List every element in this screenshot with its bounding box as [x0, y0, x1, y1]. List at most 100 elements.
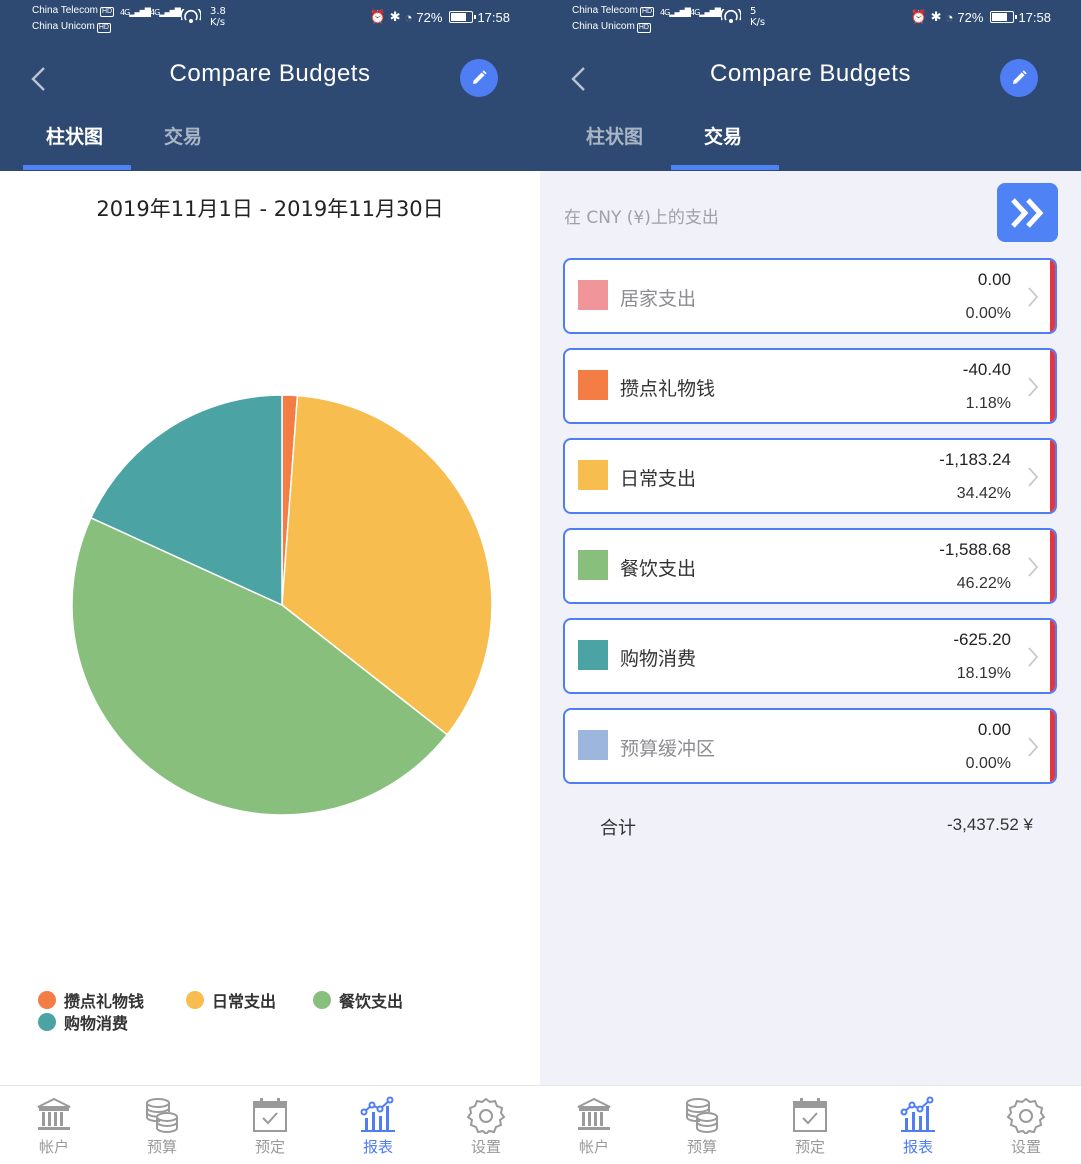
nav-scheduled[interactable]: 预定	[775, 1096, 845, 1157]
calendar-check-icon	[793, 1098, 827, 1132]
category-name: 预算缓冲区	[620, 738, 716, 760]
category-card[interactable]: 攒点礼物钱 -40.40 1.18%	[563, 348, 1057, 424]
category-percent: 34.42%	[956, 485, 1011, 502]
carrier-2: China Unicom HD	[572, 21, 651, 33]
overspend-indicator	[1050, 350, 1055, 422]
edit-button[interactable]	[1000, 59, 1038, 97]
nav-label: 设置	[470, 1138, 501, 1156]
status-right: ⏰ ✱ ◔ 72% 17:58	[910, 9, 1051, 25]
carrier-1: China Telecom HD	[572, 5, 655, 17]
tab-indicator	[23, 165, 131, 170]
category-percent: 1.18%	[965, 395, 1011, 412]
tab-bar-chart[interactable]: 柱状图	[586, 122, 643, 149]
category-percent: 18.19%	[956, 665, 1011, 682]
category-amount: 0.00	[977, 270, 1011, 289]
nav-budgets[interactable]: 预算	[667, 1096, 737, 1157]
category-amount: 0.00	[977, 720, 1011, 739]
hotspot-icon	[181, 9, 201, 23]
category-percent: 46.22%	[956, 575, 1011, 592]
status-bar: China Telecom HD China Unicom HD 4G▂▄▆█ 4G…	[0, 0, 540, 40]
legend-dot	[38, 1013, 56, 1031]
category-name: 餐饮支出	[620, 558, 697, 580]
tab-transactions[interactable]: 交易	[164, 122, 202, 149]
nav-label: 预算	[146, 1138, 177, 1156]
legend-item: 餐饮支出	[313, 988, 403, 1012]
bluetooth-icon: ✱	[930, 9, 942, 24]
nav-label: 帐户	[578, 1138, 609, 1156]
category-card[interactable]: 餐饮支出 -1,588.68 46.22%	[563, 528, 1057, 604]
app-header: China Telecom HD China Unicom HD 4G▂▄▆█ 4G…	[0, 0, 540, 171]
overspend-indicator	[1050, 260, 1055, 332]
speedometer-icon: ◔	[945, 9, 954, 25]
currency-label: 在 CNY (¥)上的支出	[564, 208, 719, 228]
overspend-indicator	[1050, 530, 1055, 602]
bottom-nav: 帐户 预算 预定 报表 设置	[0, 1085, 540, 1164]
pencil-icon	[473, 70, 487, 84]
category-amount: -40.40	[962, 360, 1011, 379]
nav-label: 预算	[686, 1138, 717, 1156]
bank-icon	[37, 1097, 71, 1130]
signal-icon: 4G▂▄▆█	[120, 8, 151, 17]
coins-icon	[146, 1098, 178, 1133]
battery-icon	[990, 11, 1018, 23]
nav-label: 预定	[794, 1138, 825, 1156]
chevron-right-icon	[1028, 377, 1039, 397]
fast-forward-button[interactable]	[997, 183, 1058, 242]
overspend-indicator	[1050, 620, 1055, 692]
category-name: 居家支出	[620, 288, 697, 310]
network-speed: 3.8 K/s	[210, 6, 226, 28]
tab-transactions[interactable]: 交易	[704, 122, 742, 149]
chevron-right-icon	[1028, 647, 1039, 667]
edit-button[interactable]	[460, 59, 498, 97]
category-percent: 0.00%	[965, 305, 1011, 322]
category-color-swatch	[578, 640, 608, 670]
category-amount: -625.20	[953, 630, 1011, 649]
chevron-right-icon	[1028, 467, 1039, 487]
tab-bar-chart[interactable]: 柱状图	[46, 122, 103, 149]
nav-budgets[interactable]: 预算	[127, 1096, 197, 1157]
coins-icon	[686, 1098, 718, 1133]
legend-dot	[186, 991, 204, 1009]
nav-label: 预定	[254, 1138, 285, 1156]
page-title: Compare Budgets	[169, 60, 371, 87]
tab-indicator	[671, 165, 779, 170]
category-color-swatch	[578, 550, 608, 580]
bluetooth-icon: ✱	[389, 9, 401, 24]
category-name: 攒点礼物钱	[620, 378, 716, 400]
pie-chart	[71, 394, 493, 816]
chevron-right-icon	[1028, 287, 1039, 307]
gear-icon	[1006, 1097, 1046, 1134]
nav-accounts[interactable]: 帐户	[559, 1096, 629, 1157]
speedometer-icon: ◔	[404, 9, 413, 25]
category-percent: 0.00%	[965, 755, 1011, 772]
category-card[interactable]: 购物消费 -625.20 18.19%	[563, 618, 1057, 694]
calendar-check-icon	[253, 1098, 287, 1132]
nav-accounts[interactable]: 帐户	[19, 1096, 89, 1157]
gear-icon	[466, 1097, 506, 1134]
signal-icon: 4G▂▄▆█	[690, 8, 721, 17]
category-color-swatch	[578, 370, 608, 400]
nav-reports[interactable]: 报表	[883, 1096, 953, 1157]
category-card[interactable]: 预算缓冲区 0.00 0.00%	[563, 708, 1057, 784]
chevron-right-icon	[1028, 557, 1039, 577]
nav-settings[interactable]: 设置	[451, 1096, 521, 1157]
overspend-indicator	[1050, 440, 1055, 512]
screen-bar-chart-tab: China Telecom HD China Unicom HD 4G▂▄▆█ 4G…	[0, 0, 540, 1164]
category-color-swatch	[578, 730, 608, 760]
category-card[interactable]: 日常支出 -1,183.24 34.42%	[563, 438, 1057, 514]
category-card[interactable]: 居家支出 0.00 0.00%	[563, 258, 1057, 334]
overspend-indicator	[1050, 710, 1055, 782]
nav-settings[interactable]: 设置	[991, 1096, 1061, 1157]
legend-dot	[38, 991, 56, 1009]
nav-label: 设置	[1010, 1138, 1041, 1156]
carrier-2: China Unicom HD	[32, 21, 111, 33]
chart-icon	[360, 1096, 395, 1132]
signal-icon: 4G▂▄▆█	[150, 8, 181, 17]
nav-reports[interactable]: 报表	[343, 1096, 413, 1157]
nav-scheduled[interactable]: 预定	[235, 1096, 305, 1157]
battery-icon	[449, 11, 477, 23]
category-amount: -1,183.24	[939, 450, 1011, 469]
chevron-right-icon	[1028, 737, 1039, 757]
nav-label: 报表	[362, 1138, 393, 1156]
category-name: 日常支出	[620, 468, 697, 490]
